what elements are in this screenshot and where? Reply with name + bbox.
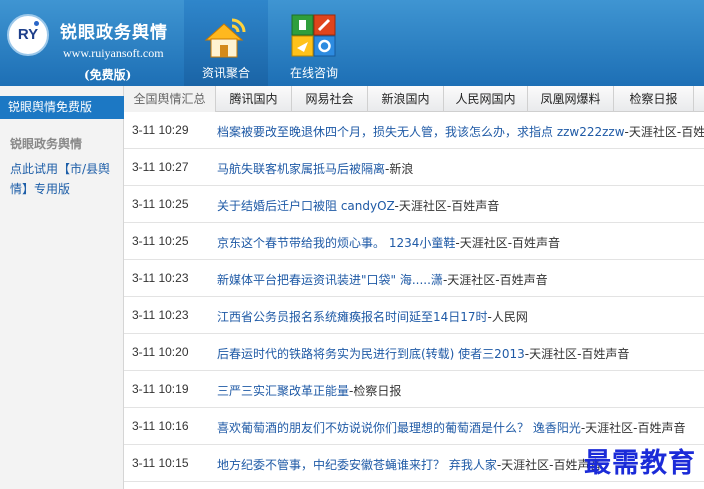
tab-sina[interactable]: 新浪国内 — [368, 86, 444, 112]
tab-procuratorate[interactable]: 检察日报 — [614, 86, 694, 112]
news-time: 3-11 10:15 — [132, 456, 189, 470]
news-list: 3-11 10:29 档案被要改至晚退休四个月，损失无人管，我该怎么办，求指点 … — [124, 112, 704, 482]
news-time: 3-11 10:23 — [132, 308, 189, 322]
brand-title: 锐眼政务舆情 — [60, 23, 168, 43]
news-row: 3-11 10:27 马航失联客机家属抵马后被隔离-新浪 — [124, 149, 704, 186]
news-title-link[interactable]: 关于结婚后迁户口被阻 candyOZ — [217, 199, 395, 213]
news-source: -天涯社区-百姓声音 — [524, 347, 630, 361]
news-title-link[interactable]: 新媒体平台把春运资讯装进"口袋" 海.....潇 — [217, 273, 443, 287]
news-time: 3-11 10:25 — [132, 234, 189, 248]
source-tabs: 全国舆情汇总 腾讯国内 网易社会 新浪国内 人民网国内 凤凰网爆料 检察日报 — [124, 86, 704, 112]
house-wifi-icon — [202, 14, 250, 65]
news-source: -天涯社区-百姓声音 — [442, 273, 548, 287]
news-source: -天涯社区-百姓声音 — [394, 199, 500, 213]
nav-online-consult[interactable]: 在线咨询 — [276, 0, 352, 86]
news-title-link[interactable]: 地方纪委不管事，中纪委安徽苍蝇谁来打？ 弃我人家 — [217, 458, 497, 472]
news-source: -天涯社区-百姓声音 — [624, 125, 704, 139]
news-time: 3-11 10:23 — [132, 271, 189, 285]
brand-logo: RY — [7, 14, 49, 56]
news-title-link[interactable]: 后春运时代的铁路将务实为民进行到底(转载) 使者三2013 — [217, 347, 525, 361]
tab-national-summary[interactable]: 全国舆情汇总 — [124, 86, 216, 112]
news-time: 3-11 10:16 — [132, 419, 189, 433]
news-title-link[interactable]: 三严三实汇聚改革正能量 — [217, 384, 349, 398]
news-source: -检察日报 — [349, 384, 402, 398]
news-title-link[interactable]: 马航失联客机家属抵马后被隔离 — [217, 162, 385, 176]
news-row: 3-11 10:25 京东这个春节带给我的烦心事。 1234小童鞋-天涯社区-百… — [124, 223, 704, 260]
news-title-link[interactable]: 喜欢葡萄酒的朋友们不妨说说你们最理想的葡萄酒是什么？ 逸香阳光 — [217, 421, 581, 435]
news-time: 3-11 10:19 — [132, 382, 189, 396]
news-row: 3-11 10:29 档案被要改至晚退休四个月，损失无人管，我该怎么办，求指点 … — [124, 112, 704, 149]
app-header: RY 锐眼政务舆情 www.ruiyansoft.com (免费版) 资讯聚合 — [0, 0, 704, 86]
news-row: 3-11 10:23 江西省公务员报名系统瘫痪报名时间延至14日17时-人民网 — [124, 297, 704, 334]
news-source: -天涯社区-百姓声音 — [580, 421, 686, 435]
sidebar-item-free-edition[interactable]: 锐眼舆情免费版 — [0, 96, 124, 119]
news-time: 3-11 10:20 — [132, 345, 189, 359]
sidebar: 锐眼舆情免费版 锐眼政务舆情 点此试用【市/县舆情】专用版 — [0, 86, 124, 489]
nav-news-label: 资讯聚合 — [201, 66, 250, 80]
tab-people[interactable]: 人民网国内 — [444, 86, 528, 112]
nav-consult-label: 在线咨询 — [289, 66, 338, 80]
news-row: 3-11 10:19 三严三实汇聚改革正能量-检察日报 — [124, 371, 704, 408]
news-source: -人民网 — [487, 310, 528, 324]
news-row: 3-11 10:16 喜欢葡萄酒的朋友们不妨说说你们最理想的葡萄酒是什么？ 逸香… — [124, 408, 704, 445]
brand-url[interactable]: www.ruiyansoft.com — [63, 46, 164, 61]
app-grid-icon — [291, 14, 337, 61]
news-title-link[interactable]: 江西省公务员报名系统瘫痪报名时间延至14日17时 — [217, 310, 488, 324]
tab-netease[interactable]: 网易社会 — [292, 86, 368, 112]
news-time: 3-11 10:29 — [132, 123, 189, 137]
nav-news-aggregation[interactable]: 资讯聚合 — [184, 0, 268, 86]
watermark: 最需教育 — [584, 448, 696, 479]
sidebar-section-title: 锐眼政务舆情 — [10, 137, 83, 151]
news-row: 3-11 10:25 关于结婚后迁户口被阻 candyOZ-天涯社区-百姓声音 — [124, 186, 704, 223]
logo-text: RY — [17, 26, 39, 43]
brand-edition: (免费版) — [84, 68, 132, 82]
news-time: 3-11 10:25 — [132, 197, 189, 211]
news-source: -天涯社区-百姓声音 — [455, 236, 561, 250]
news-title-link[interactable]: 京东这个春节带给我的烦心事。 1234小童鞋 — [217, 236, 455, 250]
tab-tencent[interactable]: 腾讯国内 — [216, 86, 292, 112]
news-source: -新浪 — [385, 162, 414, 176]
news-time: 3-11 10:27 — [132, 160, 189, 174]
sidebar-trial-link[interactable]: 点此试用【市/县舆情】专用版 — [10, 159, 118, 199]
news-row: 3-11 10:20 后春运时代的铁路将务实为民进行到底(转载) 使者三2013… — [124, 334, 704, 371]
news-row: 3-11 10:23 新媒体平台把春运资讯装进"口袋" 海.....潇-天涯社区… — [124, 260, 704, 297]
news-title-link[interactable]: 档案被要改至晚退休四个月，损失无人管，我该怎么办，求指点 zzw222zzw — [217, 125, 625, 139]
tab-ifeng[interactable]: 凤凰网爆料 — [528, 86, 614, 112]
